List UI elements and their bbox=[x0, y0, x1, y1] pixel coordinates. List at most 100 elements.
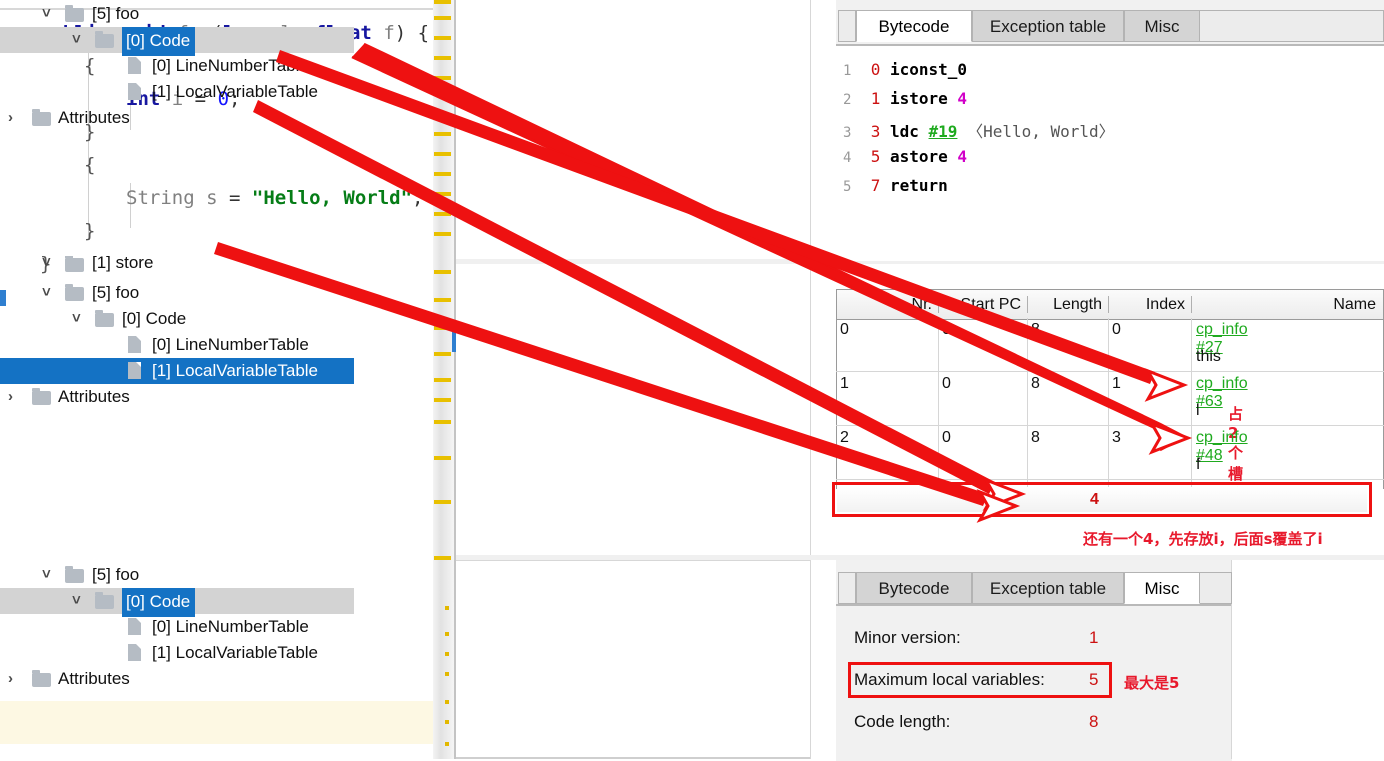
misc-tabbar[interactable]: Bytecode Exception table Misc bbox=[838, 572, 1232, 606]
lvt-cell-name-ref[interactable]: cp_info #48 bbox=[1196, 429, 1248, 465]
lvt-cell-name-value: f bbox=[1196, 456, 1201, 473]
tab-bytecode[interactable]: Bytecode bbox=[856, 10, 972, 42]
class-structure-tree-top[interactable] bbox=[456, 0, 810, 261]
bytecode-opcode: return bbox=[889, 176, 948, 195]
tree2-row-code[interactable]: ˅ [0] Code bbox=[0, 306, 354, 332]
lvt-col-length[interactable]: Length bbox=[1028, 290, 1108, 319]
bytecode-pc: 3 bbox=[870, 122, 881, 141]
tree2-row-foo[interactable]: ˅ [5] foo bbox=[0, 280, 354, 306]
chevron-down-icon[interactable]: ˅ bbox=[42, 562, 51, 588]
lvt-highlighted-value: 4 bbox=[1090, 491, 1099, 508]
bytecode-tabbar[interactable]: Bytecode Exception table Misc bbox=[838, 10, 1384, 44]
misc-value-code-length: 8 bbox=[1089, 712, 1099, 731]
lvt-cell-startpc: 0 bbox=[942, 321, 951, 338]
tree-item-label: Attributes bbox=[58, 669, 130, 688]
tree-item-label: [5] foo bbox=[92, 4, 140, 23]
type-String: String bbox=[126, 187, 195, 209]
tree3-row-foo[interactable]: ˅ [5] foo bbox=[0, 562, 354, 588]
chevron-right-icon[interactable]: › bbox=[8, 666, 13, 692]
misc-label-code-length: Code length: bbox=[854, 712, 951, 731]
folder-icon bbox=[95, 592, 114, 609]
tab-misc[interactable]: Misc bbox=[1124, 10, 1200, 42]
tree3-row-code[interactable]: ˅ [0] Code bbox=[0, 588, 354, 617]
misc-value-minor-version: 1 bbox=[1089, 628, 1099, 647]
chevron-down-icon[interactable]: ˅ bbox=[72, 306, 81, 332]
tab-bytecode[interactable]: Bytecode bbox=[856, 572, 972, 604]
lvt-cell-index: 0 bbox=[1112, 321, 1121, 338]
tab-misc[interactable]: Misc bbox=[1124, 572, 1200, 604]
tree1-row-code[interactable]: ˅ [0] Code bbox=[0, 27, 354, 56]
annotation-box-max-locals bbox=[848, 662, 1112, 698]
chevron-right-icon[interactable]: › bbox=[8, 384, 13, 410]
chevron-right-icon[interactable]: › bbox=[8, 105, 13, 131]
right-blank-area bbox=[1232, 560, 1384, 759]
lvt-cell-startpc: 0 bbox=[942, 375, 951, 392]
tree1-row-linenumbertable[interactable]: [0] LineNumberTable bbox=[0, 53, 354, 79]
lvt-col-startpc[interactable]: Start PC bbox=[939, 290, 1027, 319]
lvt-col-name[interactable]: Name bbox=[1192, 290, 1382, 319]
lvt-cell-startpc: 0 bbox=[942, 429, 951, 446]
chevron-down-icon[interactable]: ˅ bbox=[72, 588, 81, 614]
tree-item-label: [0] Code bbox=[122, 27, 196, 56]
lvt-header-row[interactable]: Nr. Start PC Length Index Name bbox=[836, 289, 1384, 320]
chevron-down-icon[interactable]: ˅ bbox=[42, 280, 51, 306]
bytecode-instruction-row[interactable]: 2 1 istore 4 bbox=[843, 89, 967, 108]
lvt-left-border bbox=[836, 289, 837, 489]
bytecode-instruction-row[interactable]: 5 7 return bbox=[843, 176, 948, 195]
bytecode-pc: 5 bbox=[870, 147, 881, 166]
tree-item-label: [1] LocalVariableTable bbox=[152, 643, 319, 662]
tree2-row-attributes[interactable]: › Attributes bbox=[0, 384, 354, 410]
folder-icon bbox=[65, 5, 84, 22]
bytecode-instruction-row[interactable]: 1 0 iconst_0 bbox=[843, 60, 967, 79]
chevron-down-icon[interactable]: ˅ bbox=[42, 1, 51, 27]
tree-item-label: [0] LineNumberTable bbox=[152, 335, 309, 354]
tree2-row-linenumbertable[interactable]: [0] LineNumberTable bbox=[0, 332, 354, 358]
tree3-row-linenumbertable[interactable]: [0] LineNumberTable bbox=[0, 614, 354, 640]
tree-panel-divider bbox=[810, 560, 811, 759]
lvt-cell-length: 8 bbox=[1031, 429, 1040, 446]
tree2-row-localvariabletable[interactable]: [1] LocalVariableTable bbox=[0, 358, 354, 384]
tree3-row-attributes[interactable]: › Attributes bbox=[0, 666, 354, 692]
lvt-col-nr[interactable]: Nr. bbox=[836, 290, 938, 319]
folder-icon bbox=[32, 109, 51, 126]
lvt-cell-index: 3 bbox=[1112, 429, 1121, 446]
tabbar-filler bbox=[1200, 10, 1384, 42]
code-line-7: } bbox=[84, 220, 96, 242]
bytecode-opcode: astore bbox=[889, 147, 948, 166]
bytecode-instruction-row[interactable]: 3 3 ldc #19 〈Hello, World〉 bbox=[843, 118, 1115, 142]
bytecode-comment: 〈Hello, World〉 bbox=[967, 122, 1115, 141]
chevron-down-icon[interactable]: ˅ bbox=[42, 256, 51, 272]
tab-stub bbox=[838, 572, 856, 604]
tree-panel-divider bbox=[810, 264, 811, 557]
lvt-cell-name-value: this bbox=[1196, 348, 1221, 365]
file-icon bbox=[128, 618, 141, 635]
lvt-cell-name-value: l bbox=[1196, 402, 1200, 419]
constant-pool-ref-link[interactable]: #19 bbox=[929, 122, 958, 141]
lvt-cell-length: 8 bbox=[1031, 321, 1040, 338]
lvt-cell-nr: 0 bbox=[840, 321, 849, 338]
annotation-max-note: 最大是5 bbox=[1124, 674, 1180, 692]
tab-exception-table[interactable]: Exception table bbox=[972, 572, 1124, 604]
class-structure-tree-middle[interactable] bbox=[456, 264, 810, 557]
class-structure-tree-bottom[interactable] bbox=[456, 560, 810, 759]
tree1-row-foo[interactable]: ˅ [5] foo bbox=[0, 1, 354, 27]
tree-item-label: [1] LocalVariableTable bbox=[152, 82, 319, 101]
tree-item-label: [1] LocalVariableTable bbox=[152, 361, 319, 380]
chevron-down-icon[interactable]: ˅ bbox=[72, 27, 81, 53]
folder-icon bbox=[65, 566, 84, 583]
tree-item-label: [1] store bbox=[92, 256, 154, 272]
editor-marker-strip[interactable] bbox=[433, 0, 455, 759]
lvt-cell-index: 1 bbox=[1112, 375, 1121, 392]
lvt-col-index[interactable]: Index bbox=[1109, 290, 1191, 319]
file-icon bbox=[128, 336, 141, 353]
bytecode-operand: 4 bbox=[957, 89, 968, 108]
bytecode-instruction-row[interactable]: 4 5 astore 4 bbox=[843, 147, 967, 166]
tree3-row-localvariabletable[interactable]: [1] LocalVariableTable bbox=[0, 640, 354, 666]
tree1-row-attributes[interactable]: › Attributes bbox=[0, 105, 354, 131]
annotation-box-max-slot bbox=[832, 482, 1372, 517]
tree1-row-localvariabletable[interactable]: [1] LocalVariableTable bbox=[0, 79, 354, 105]
tree-item-label: [5] foo bbox=[92, 283, 140, 302]
tree2-row-store-partial[interactable]: ˅ [1] store bbox=[0, 256, 354, 272]
tab-exception-table[interactable]: Exception table bbox=[972, 10, 1124, 42]
folder-icon bbox=[95, 310, 114, 327]
